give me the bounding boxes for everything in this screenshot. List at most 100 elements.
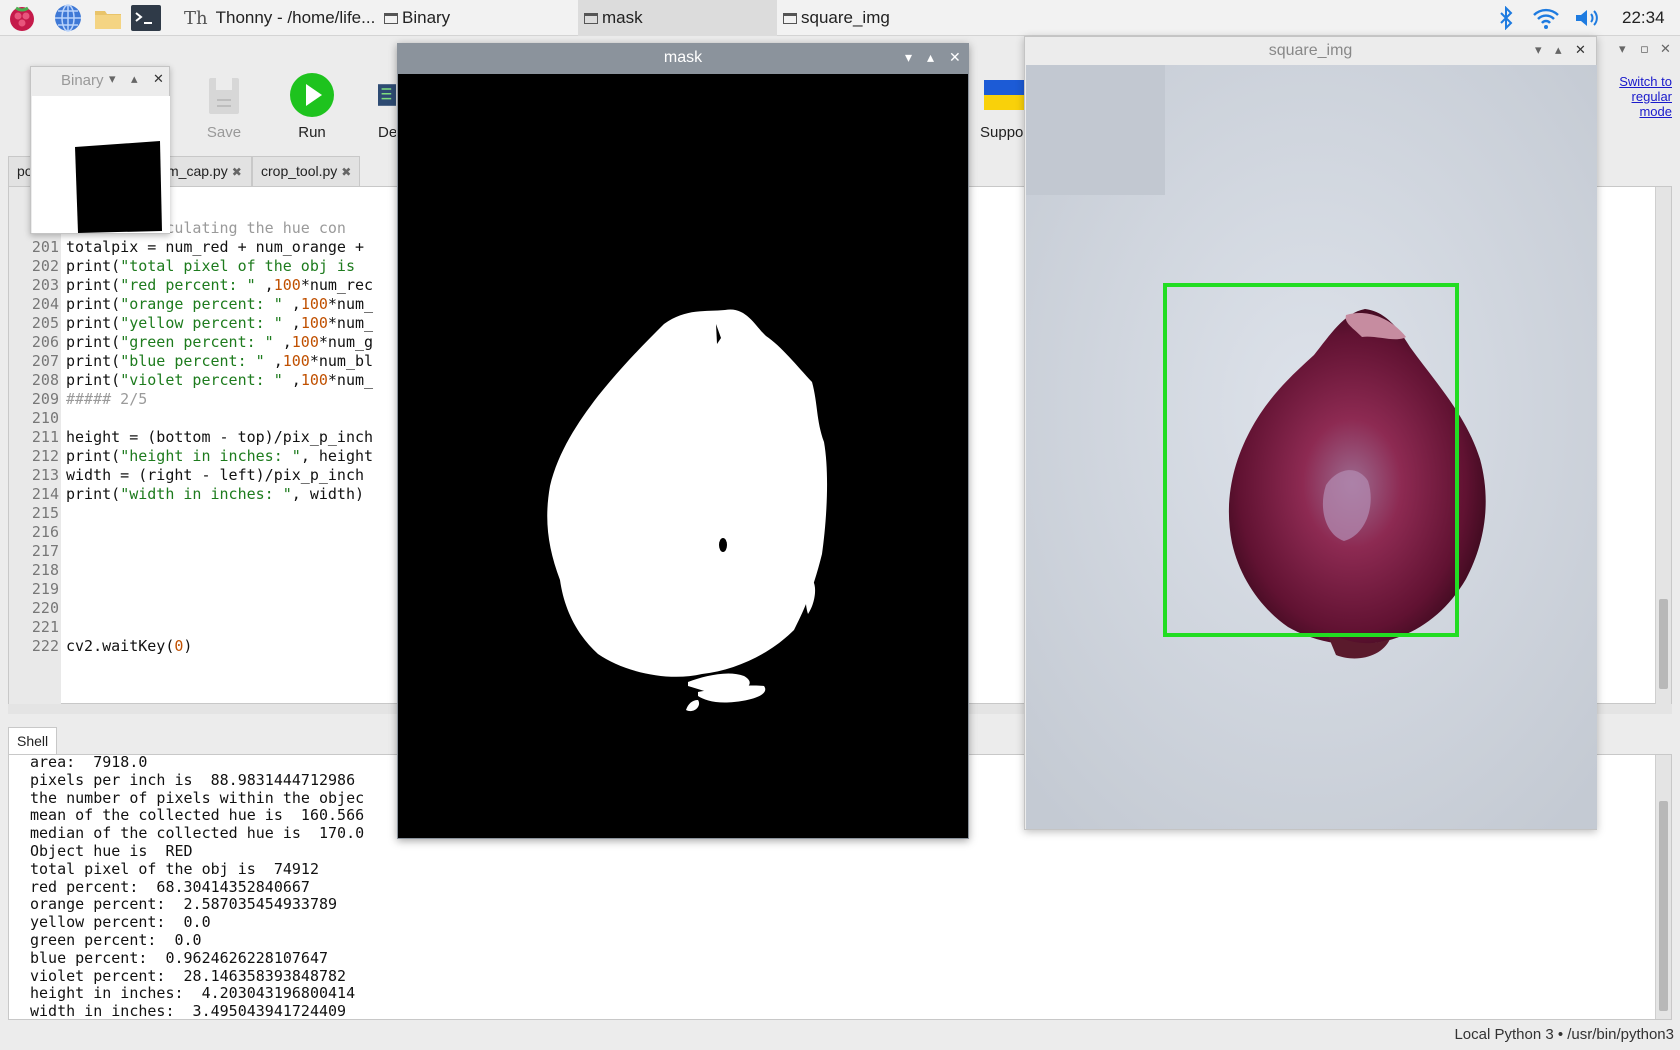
maximize-icon[interactable]: ▫ [1640, 42, 1649, 57]
shell-line: blue percent: 0.9624626228107647 [30, 948, 329, 967]
code-line: print("yellow percent: " ,100*num_ [66, 314, 373, 333]
debug-label: Deb [378, 124, 396, 141]
code-line: print("violet percent: " ,100*num_ [66, 371, 373, 390]
close-tab-icon[interactable]: ✖ [341, 165, 351, 179]
file-manager-icon[interactable] [92, 3, 124, 33]
task-thonny[interactable]: Th Thonny - /home/life... [178, 0, 378, 36]
line-number: 205 [31, 314, 59, 332]
code-line: ##### 2/5 [66, 390, 147, 409]
close-icon[interactable]: ✕ [1660, 42, 1671, 57]
code-line: totalpix = num_red + num_orange + [66, 238, 364, 257]
line-number: 215 [31, 504, 59, 522]
line-number: 202 [31, 257, 59, 275]
shell-line: Object hue is RED [30, 842, 193, 860]
thonny-icon: Th [184, 7, 208, 29]
code-token: print( [66, 485, 121, 503]
minimize-icon[interactable]: ▾ [905, 50, 912, 66]
task-binary[interactable]: Binary [378, 0, 578, 36]
line-number: 208 [31, 371, 59, 389]
window-icon [384, 12, 398, 24]
close-icon[interactable]: ✕ [153, 72, 164, 87]
web-browser-icon[interactable] [52, 3, 84, 33]
debug-button[interactable]: Deb [360, 70, 396, 141]
code-token: *num_bl [309, 352, 374, 370]
code-token: 100 [300, 314, 328, 332]
code-token: *num_ [327, 371, 374, 389]
code-token: *num_rec [300, 276, 374, 294]
switch-mode-link[interactable]: Switch to regular mode [1600, 74, 1672, 119]
run-label: Run [298, 124, 326, 141]
code-line: cv2.waitKey(0) [66, 637, 192, 656]
editor-vertical-scrollbar[interactable] [1655, 187, 1671, 705]
close-icon[interactable]: ✕ [1575, 43, 1586, 58]
code-line: print("green percent: " ,100*num_g [66, 333, 373, 352]
code-token: print( [66, 257, 121, 275]
close-tab-icon[interactable]: ✖ [232, 165, 242, 179]
code-token: "orange percent: " [120, 295, 283, 313]
save-button[interactable]: Save [184, 70, 264, 141]
code-token: *num_ [327, 314, 374, 332]
line-number: 201 [31, 238, 59, 256]
maximize-icon[interactable]: ▴ [1555, 43, 1562, 58]
raspberry-menu-icon[interactable] [6, 3, 38, 33]
mask-window: mask ▾ ▴ ✕ [397, 43, 969, 839]
run-icon [272, 70, 352, 120]
task-label: Binary [402, 8, 451, 27]
code-token: 100 [282, 352, 310, 370]
code-token: 100 [300, 371, 328, 389]
run-button[interactable]: Run [272, 70, 352, 141]
code-token: 100 [291, 333, 319, 351]
line-number: 210 [31, 409, 59, 427]
task-label: square_img [801, 8, 890, 27]
line-number-gutter: 1192002012022032042052062072082092102112… [9, 181, 61, 705]
code-token: ##### 2/5 [66, 390, 148, 408]
line-number: 217 [31, 542, 59, 560]
shell-line: total pixel of the obj is 74912 [30, 859, 319, 878]
line-number: 209 [31, 390, 59, 408]
minimize-icon[interactable]: ▾ [1535, 43, 1542, 58]
code-token: *num_g [318, 333, 374, 351]
code-token: "violet percent: " [120, 371, 283, 389]
minimize-icon[interactable]: ▾ [109, 72, 116, 87]
volume-icon[interactable] [1572, 4, 1604, 32]
tab-editor-cap[interactable]: m_cap.py ✖ [158, 156, 252, 186]
code-token: "width in inches: " [120, 485, 292, 503]
code-token: 100 [273, 276, 301, 294]
tab-editor-crop-tool[interactable]: crop_tool.py ✖ [252, 156, 360, 186]
debug-icon [378, 70, 396, 120]
terminal-icon[interactable] [130, 3, 162, 33]
bluetooth-icon[interactable] [1494, 4, 1518, 32]
shell-line: the number of pixels within the objec [30, 788, 365, 807]
clock[interactable]: 22:34 [1622, 0, 1665, 36]
support-label: Suppo [980, 124, 1024, 141]
minimize-icon[interactable]: ▾ [1619, 42, 1626, 57]
maximize-icon[interactable]: ▴ [131, 72, 138, 87]
interpreter-status[interactable]: Local Python 3 • /usr/bin/python3 [1454, 1026, 1674, 1043]
line-number: 211 [31, 428, 59, 446]
task-square-img[interactable]: square_img [777, 0, 977, 36]
close-icon[interactable]: ✕ [949, 50, 961, 66]
shell-vertical-scrollbar[interactable] [1655, 755, 1671, 1019]
shell-line: green percent: 0.0 [30, 931, 202, 949]
shell-line: width in inches: 3.495043941724409 [30, 1002, 347, 1020]
tab-shell[interactable]: Shell [8, 727, 58, 755]
line-number: 203 [31, 276, 59, 294]
binary-window: Binary ▾ ▴ ✕ [30, 66, 170, 234]
code-token: ) [183, 637, 193, 655]
wifi-icon[interactable] [1530, 4, 1562, 32]
scrollbar-thumb[interactable] [1659, 599, 1668, 689]
code-token: *num_ [327, 295, 374, 313]
shell-line: red percent: 68.30414352840667 [30, 877, 310, 896]
code-token: , height [300, 447, 374, 465]
scrollbar-thumb[interactable] [1659, 801, 1668, 1011]
maximize-icon[interactable]: ▴ [927, 50, 934, 66]
code-token: print( [66, 333, 121, 351]
line-number: 212 [31, 447, 59, 465]
binary-image [32, 96, 170, 233]
support-ukraine-button[interactable]: Suppo [980, 70, 1024, 141]
task-mask[interactable]: mask [578, 0, 777, 36]
code-token: print( [66, 352, 121, 370]
shell-line: mean of the collected hue is 160.566 [30, 806, 365, 825]
code-line: print("orange percent: " ,100*num_ [66, 295, 373, 314]
task-label: mask [602, 8, 643, 27]
